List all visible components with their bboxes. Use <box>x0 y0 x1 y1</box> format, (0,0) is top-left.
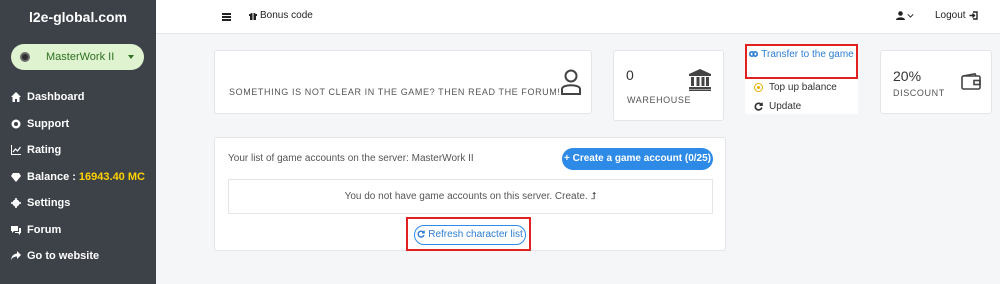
bonus-code-link[interactable]: Bonus code <box>249 10 313 21</box>
user-icon <box>896 11 905 20</box>
sidebar-item-label: Settings <box>27 197 71 210</box>
forum-card[interactable]: SOMETHING IS NOT CLEAR IN THE GAME? THEN… <box>214 50 592 114</box>
sidebar-nav: Dashboard Support Rating Balance : 16943… <box>0 84 156 270</box>
sidebar-item-label: Balance : <box>27 170 76 183</box>
chevron-down-icon <box>128 55 134 59</box>
update-link[interactable]: Update <box>754 101 801 112</box>
topbar: Bonus code Logout <box>156 0 1000 34</box>
sidebar: l2e-global.com MasterWork II Dashboard S… <box>0 0 156 284</box>
sidebar-item-label: Forum <box>27 223 62 236</box>
diamond-icon <box>11 172 21 182</box>
top-up-label: Top up balance <box>769 82 837 93</box>
server-icon <box>20 52 30 62</box>
sidebar-item-label: Support <box>27 117 70 130</box>
warehouse-value: 0 <box>626 67 634 83</box>
comments-icon <box>11 225 21 235</box>
sidebar-item-rating[interactable]: Rating <box>0 137 156 164</box>
discount-card[interactable]: 20% DISCOUNT <box>880 50 992 114</box>
forum-hint-text: SOMETHING IS NOT CLEAR IN THE GAME? THEN… <box>229 87 561 97</box>
menu-icon[interactable] <box>222 13 231 21</box>
logout-link[interactable]: Logout <box>935 10 978 21</box>
sidebar-item-dashboard[interactable]: Dashboard <box>0 84 156 111</box>
sidebar-item-label: Dashboard <box>27 91 85 104</box>
top-up-balance-link[interactable]: Top up balance <box>754 82 837 93</box>
sidebar-item-go-to-website[interactable]: Go to website <box>0 243 156 270</box>
logout-icon <box>969 11 978 20</box>
create-account-label: Create a game account (0/25) <box>572 153 711 164</box>
chevron-down-icon <box>907 14 914 18</box>
create-game-account-button[interactable]: + Create a game account (0/25) <box>562 148 713 170</box>
sidebar-item-label: Rating <box>27 144 62 157</box>
chart-icon <box>11 145 21 156</box>
highlight-box-transfer <box>745 44 858 79</box>
sidebar-item-balance[interactable]: Balance : 16943.40 MC <box>0 164 156 191</box>
accounts-title: Your list of game accounts on the server… <box>228 153 474 164</box>
empty-accounts-message: You do not have game accounts on this se… <box>228 179 713 214</box>
bank-icon <box>689 69 711 91</box>
server-select[interactable]: MasterWork II <box>11 44 144 70</box>
sidebar-item-forum[interactable]: Forum <box>0 217 156 244</box>
balance-value: 16943.40 MC <box>78 170 145 183</box>
sidebar-item-settings[interactable]: Settings <box>0 190 156 217</box>
bonus-code-label: Bonus code <box>260 10 313 21</box>
plus-icon: + <box>563 153 573 164</box>
gift-icon <box>249 12 257 20</box>
sidebar-item-label: Go to website <box>27 250 100 263</box>
home-icon <box>11 92 21 103</box>
gear-icon <box>11 198 21 209</box>
user-icon <box>561 69 581 95</box>
user-menu[interactable] <box>896 11 914 20</box>
logout-label: Logout <box>935 10 966 21</box>
update-label: Update <box>769 101 802 112</box>
lifebuoy-icon <box>11 119 21 129</box>
refresh-icon <box>754 102 763 111</box>
server-name: MasterWork II <box>46 51 115 63</box>
highlight-box-refresh <box>406 217 531 251</box>
sidebar-item-support[interactable]: Support <box>0 111 156 138</box>
coin-icon <box>754 83 763 92</box>
share-icon <box>11 251 21 261</box>
warehouse-card[interactable]: 0 WAREHOUSE <box>613 50 724 121</box>
brand-logo[interactable]: l2e-global.com <box>0 0 156 34</box>
discount-value: 20% <box>893 68 922 84</box>
discount-label: DISCOUNT <box>893 88 945 98</box>
wallet-icon <box>961 73 981 90</box>
warehouse-label: WAREHOUSE <box>627 95 692 105</box>
